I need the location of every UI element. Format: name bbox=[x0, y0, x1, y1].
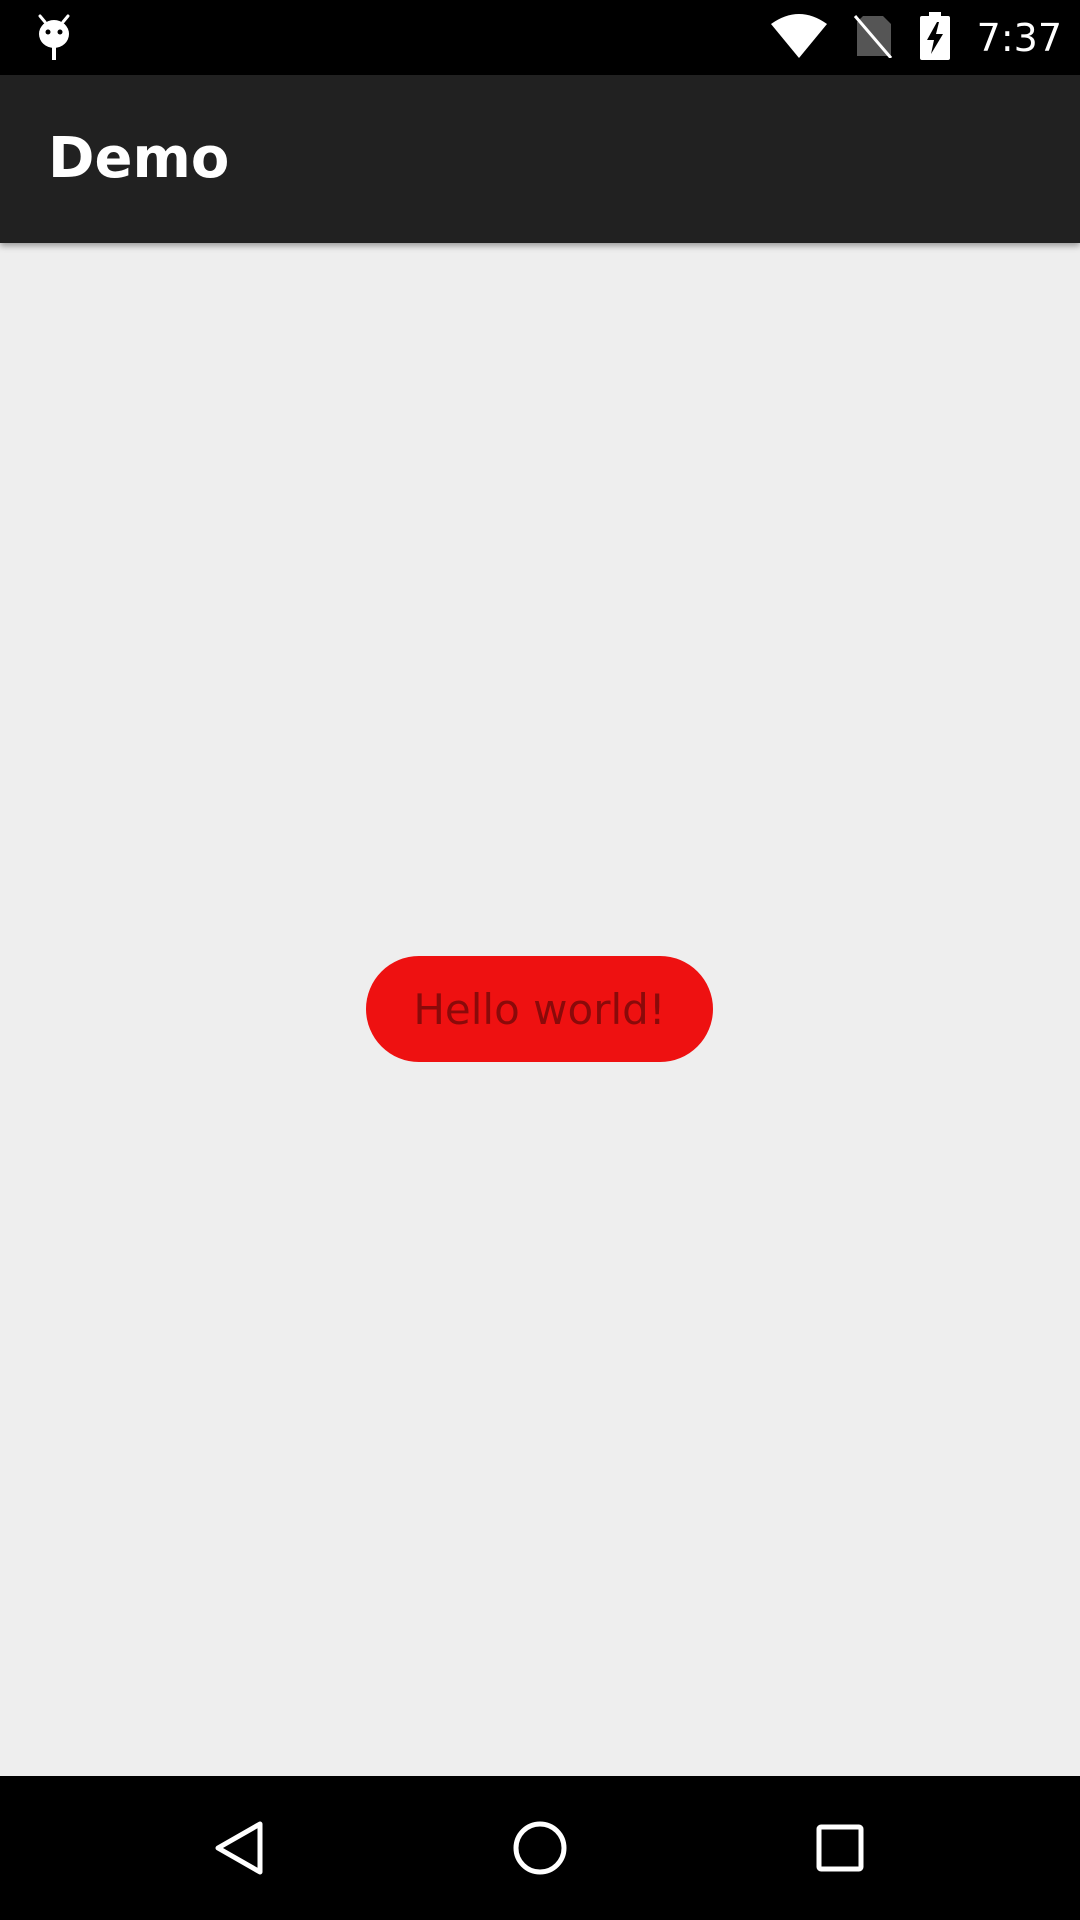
wifi-icon bbox=[770, 13, 827, 62]
main-content: Hello world! bbox=[0, 243, 1080, 1776]
hello-world-button[interactable]: Hello world! bbox=[366, 956, 713, 1062]
no-sim-icon bbox=[853, 14, 893, 62]
status-bar: 7:37 bbox=[0, 0, 1080, 75]
back-button[interactable] bbox=[190, 1798, 290, 1898]
recents-button[interactable] bbox=[790, 1798, 890, 1898]
status-icons: 7:37 bbox=[770, 0, 1062, 75]
home-button[interactable] bbox=[490, 1798, 590, 1898]
recents-icon bbox=[816, 1824, 864, 1872]
screen: 7:37 Demo Hello world! bbox=[0, 0, 1080, 1920]
app-bar: Demo bbox=[0, 75, 1080, 243]
android-debug-icon bbox=[34, 12, 74, 62]
battery-charging-icon bbox=[919, 11, 951, 64]
hello-world-button-label: Hello world! bbox=[413, 984, 666, 1034]
navigation-bar bbox=[0, 1776, 1080, 1920]
status-time: 7:37 bbox=[976, 15, 1062, 60]
app-title: Demo bbox=[48, 126, 230, 191]
back-icon bbox=[215, 1821, 263, 1875]
home-icon bbox=[513, 1821, 567, 1875]
